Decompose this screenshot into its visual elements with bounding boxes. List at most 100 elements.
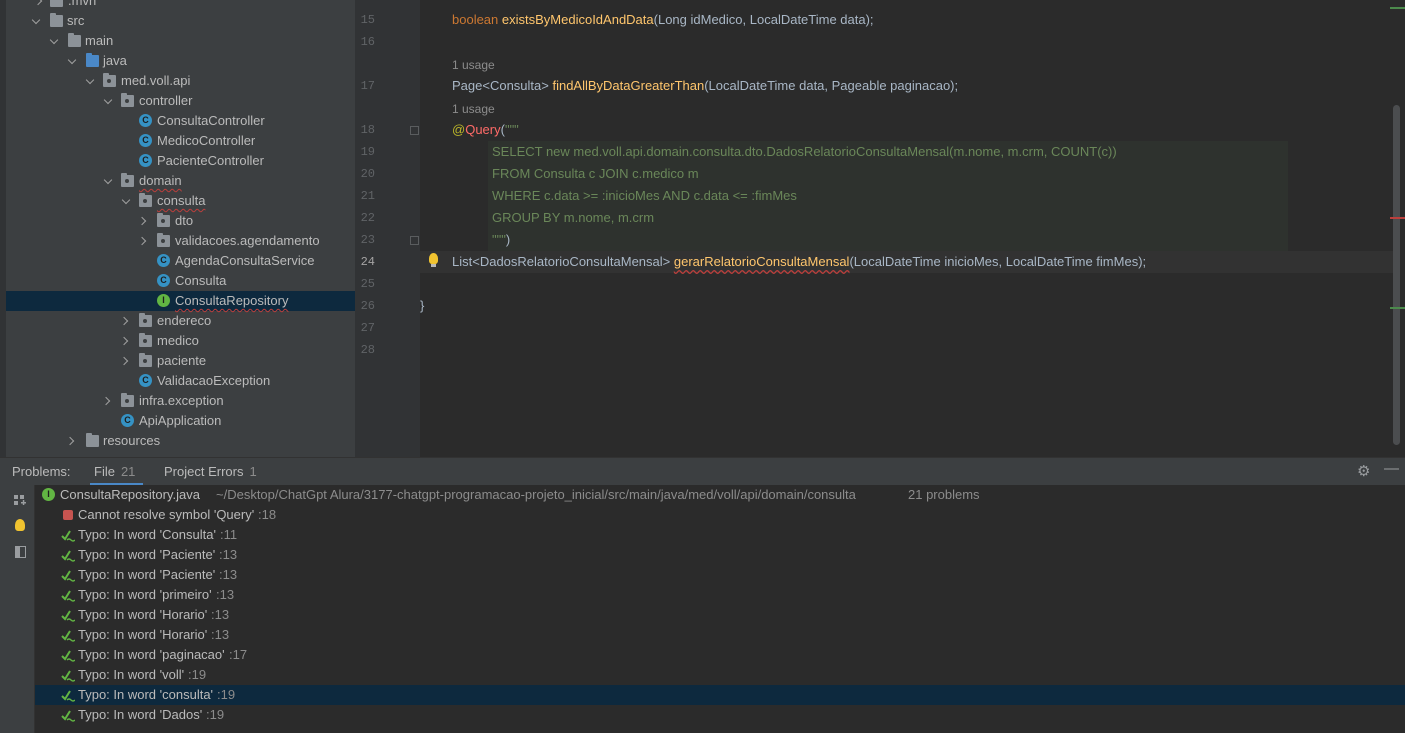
problem-row-error[interactable]: Cannot resolve symbol 'Query':18 (35, 505, 1405, 525)
tree-item-label: consulta (157, 193, 206, 208)
tree-item-paciente-controller[interactable]: C PacienteController (6, 151, 355, 171)
tree-item-domain[interactable]: domain (6, 171, 355, 191)
problems-file-row[interactable]: I ConsultaRepository.java ~/Desktop/Chat… (35, 485, 1405, 505)
tree-item-validacoes-agendamento[interactable]: validacoes.agendamento (6, 231, 355, 251)
problem-row-typo[interactable]: Typo: In word 'Horario':13 (35, 625, 1405, 645)
lightbulb-icon[interactable] (15, 519, 25, 531)
tree-item-resources[interactable]: resources (6, 431, 355, 451)
line-number: 15 (360, 13, 375, 27)
code-line-18[interactable]: @Query(""" (452, 119, 519, 141)
tree-item-medico[interactable]: medico (6, 331, 355, 351)
fold-marker-icon[interactable] (410, 126, 419, 135)
project-tree: .mvn src main java med.voll.api controll… (0, 0, 355, 457)
tree-item-validacao-exception[interactable]: C ValidacaoException (6, 371, 355, 391)
line-number: 27 (360, 321, 375, 335)
code-line-20[interactable]: FROM Consulta c JOIN c.medico m (492, 163, 699, 185)
tree-item-label: validacoes.agendamento (175, 233, 320, 248)
tree-item-consulta-repository[interactable]: I ConsultaRepository (6, 291, 355, 311)
typo-icon (61, 548, 76, 562)
chevron-down-icon[interactable] (103, 171, 113, 191)
chevron-right-icon[interactable] (121, 351, 131, 371)
problem-row-typo[interactable]: Typo: In word 'consulta':19 (35, 685, 1405, 705)
chevron-down-icon[interactable] (103, 91, 113, 111)
code-line-23[interactable]: """) (492, 229, 510, 251)
minimize-icon[interactable]: — (1384, 460, 1399, 477)
chevron-right-icon[interactable] (67, 431, 77, 451)
problem-row-typo[interactable]: Typo: In word 'Dados':19 (35, 705, 1405, 725)
problem-text: Typo: In word 'Horario' (78, 627, 208, 642)
problem-row-typo[interactable]: Typo: In word 'Paciente':13 (35, 565, 1405, 585)
code-line-21[interactable]: WHERE c.data >= :inicioMes AND c.data <=… (492, 185, 797, 207)
interface-icon: I (42, 488, 55, 501)
gear-icon[interactable]: ⚙ (1357, 462, 1370, 480)
code-line-24[interactable]: List<DadosRelatorioConsultaMensal> gerar… (452, 251, 1146, 273)
line-number: 25 (360, 277, 375, 291)
line-number: 20 (360, 167, 375, 181)
tree-item-label: dto (175, 213, 194, 228)
code-line-26[interactable]: } (420, 295, 424, 317)
problem-row-typo[interactable]: Typo: In word 'voll':19 (35, 665, 1405, 685)
chevron-down-icon[interactable] (31, 11, 41, 31)
chevron-down-icon[interactable] (85, 71, 95, 91)
tree-item-dto[interactable]: dto (6, 211, 355, 231)
code-line-22[interactable]: GROUP BY m.nome, m.crm (492, 207, 654, 229)
tree-item-medico-controller[interactable]: C MedicoController (6, 131, 355, 151)
tab-project-errors[interactable]: Project Errors 1 (164, 458, 257, 486)
error-stripe-mark[interactable] (1390, 217, 1405, 219)
tree-item-label: endereco (157, 313, 212, 328)
class-icon: C (139, 154, 152, 167)
problem-row-typo[interactable]: Typo: In word 'paginacao':17 (35, 645, 1405, 665)
tab-label: File (94, 464, 115, 479)
problem-row-typo[interactable]: Typo: In word 'Horario':13 (35, 605, 1405, 625)
lightbulb-icon[interactable] (429, 253, 438, 267)
chevron-right-icon[interactable] (139, 231, 149, 251)
chevron-right-icon[interactable] (35, 0, 45, 11)
tree-item-consulta-class[interactable]: C Consulta (6, 271, 355, 291)
usage-hint[interactable]: 1 usage (452, 102, 495, 116)
tree-item-consulta[interactable]: consulta (6, 191, 355, 211)
package-icon (157, 233, 170, 247)
problem-row-typo[interactable]: Typo: In word 'Paciente':13 (35, 545, 1405, 565)
chevron-down-icon[interactable] (121, 191, 131, 211)
tree-item-agenda-consulta-service[interactable]: C AgendaConsultaService (6, 251, 355, 271)
tree-item-controller[interactable]: controller (6, 91, 355, 111)
error-stripe-mark[interactable] (1390, 7, 1405, 9)
chevron-right-icon[interactable] (121, 331, 131, 351)
code-line-19[interactable]: SELECT new med.voll.api.domain.consulta.… (492, 141, 1117, 163)
tree-item-main[interactable]: main (6, 31, 355, 51)
chevron-down-icon[interactable] (49, 31, 59, 51)
problem-row-typo[interactable]: Typo: In word 'Consulta':11 (35, 525, 1405, 545)
code-line-17[interactable]: Page<Consulta> findAllByDataGreaterThan(… (452, 75, 958, 97)
editor-scrollbar[interactable] (1393, 105, 1400, 445)
class-icon: C (139, 114, 152, 127)
tree-item-java[interactable]: java (6, 51, 355, 71)
tree-item-label: src (67, 13, 85, 28)
tree-item-paciente[interactable]: paciente (6, 351, 355, 371)
chevron-right-icon[interactable] (103, 391, 113, 411)
tree-item-infra-exception[interactable]: infra.exception (6, 391, 355, 411)
tree-item-med-voll-api[interactable]: med.voll.api (6, 71, 355, 91)
tree-item-endereco[interactable]: endereco (6, 311, 355, 331)
error-stripe-mark[interactable] (1390, 307, 1405, 309)
problem-row-typo[interactable]: Typo: In word 'primeiro':13 (35, 585, 1405, 605)
problem-text: Typo: In word 'Paciente' (78, 547, 216, 562)
chevron-right-icon[interactable] (139, 211, 149, 231)
tab-file[interactable]: File 21 (89, 458, 144, 486)
typo-icon (61, 528, 76, 542)
line-number: 17 (360, 79, 375, 93)
tree-item-label: infra.exception (139, 393, 224, 408)
preview-icon[interactable] (15, 546, 26, 558)
problem-line-number: :19 (217, 687, 236, 702)
line-number: 16 (360, 35, 375, 49)
fold-marker-icon[interactable] (410, 236, 419, 245)
tree-item-mvn[interactable]: .mvn (6, 0, 355, 11)
code-line-15[interactable]: boolean existsByMedicoIdAndData(Long idM… (452, 9, 874, 31)
chevron-right-icon[interactable] (121, 311, 131, 331)
tree-item-consulta-controller[interactable]: C ConsultaController (6, 111, 355, 131)
chevron-down-icon[interactable] (67, 51, 77, 71)
tree-item-api-application[interactable]: C ApiApplication (6, 411, 355, 431)
problem-line-number: :19 (188, 667, 207, 682)
usage-hint[interactable]: 1 usage (452, 58, 495, 72)
group-by-icon[interactable] (14, 495, 26, 507)
tree-item-src[interactable]: src (6, 11, 355, 31)
